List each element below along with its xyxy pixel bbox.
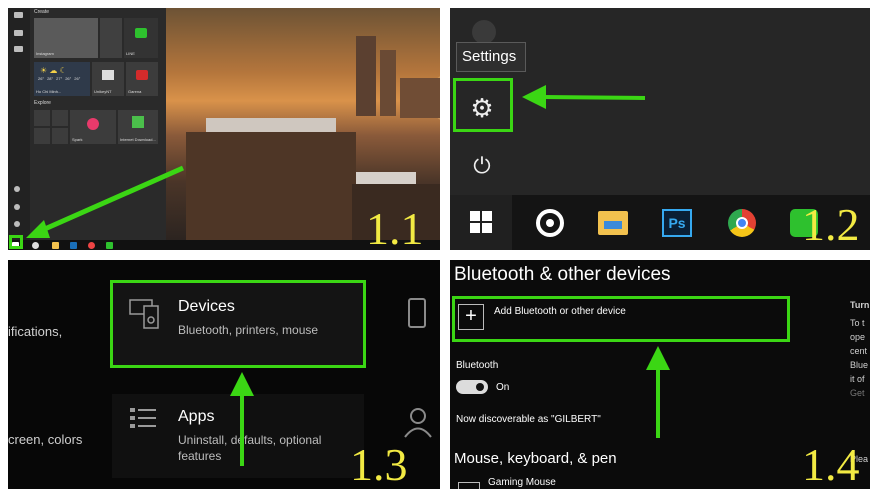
panel-settings: Settings ⚙ ⏻ Ps 1.2 xyxy=(450,8,870,250)
step-label: 1.4 xyxy=(802,439,860,489)
step-label: 1.1 xyxy=(366,203,424,251)
chrome-icon[interactable] xyxy=(728,209,756,237)
power-icon[interactable]: ⏻ xyxy=(468,152,496,180)
panel-settings-categories: ifications, creen, colors Devices Blueto… xyxy=(8,260,440,489)
step-label: 1.2 xyxy=(802,199,860,250)
file-explorer-icon[interactable] xyxy=(598,211,628,235)
panel-start-menu: Create Instagram LINE ☀ ☁ ☾ 26° 28° 27° 26°… xyxy=(8,8,440,250)
photoshop-icon[interactable]: Ps xyxy=(662,209,692,237)
panel-bluetooth: Bluetooth & other devices + Add Bluetoot… xyxy=(450,260,870,489)
windows-logo-icon xyxy=(470,211,492,233)
step-label: 1.3 xyxy=(350,439,408,489)
groove-music-icon[interactable] xyxy=(536,209,564,237)
start-button[interactable] xyxy=(450,195,512,250)
